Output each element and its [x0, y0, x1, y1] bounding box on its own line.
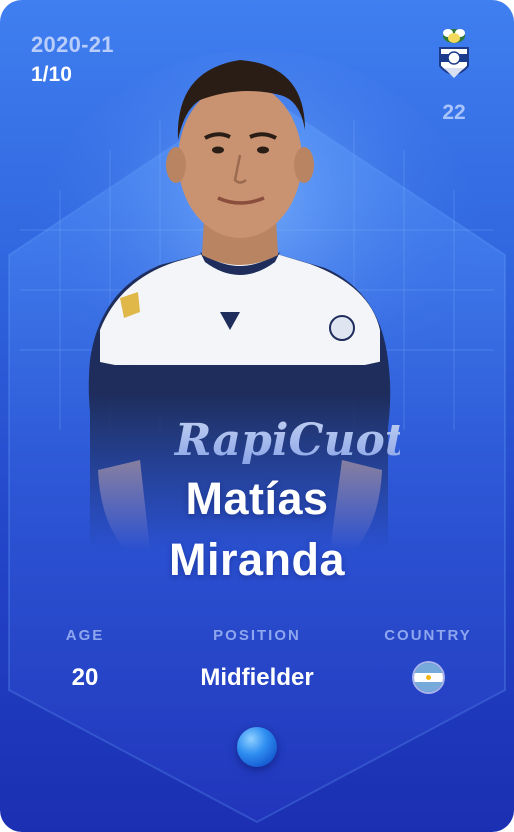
player-last-name: Miranda	[168, 534, 346, 585]
player-first-name: Matías	[185, 473, 329, 524]
position-label: POSITION	[213, 627, 301, 644]
shirt-number: 22	[442, 101, 466, 124]
club-crest-icon	[439, 29, 469, 78]
player-card[interactable]: 2020-21 1/10 22 RapiCuot Matías Miranda …	[0, 0, 514, 832]
position-value: Midfielder	[200, 664, 314, 691]
serial-number: 1/10	[31, 63, 72, 86]
country-label: COUNTRY	[384, 627, 472, 644]
age-label: AGE	[65, 627, 105, 644]
age-value: 20	[71, 664, 99, 691]
argentina-flag-icon	[414, 663, 443, 692]
rarity-gem-icon	[237, 727, 277, 767]
player-photo: RapiCuot	[88, 60, 400, 550]
svg-text:RapiCuot: RapiCuot	[173, 415, 400, 466]
